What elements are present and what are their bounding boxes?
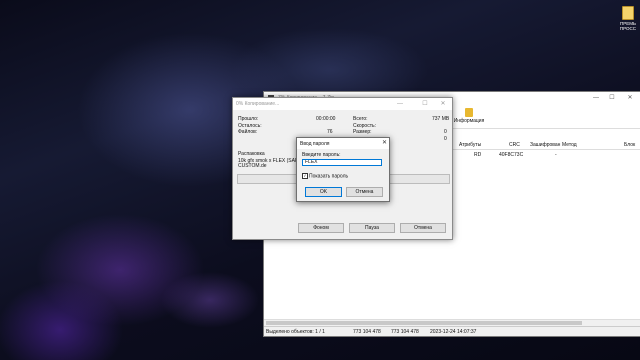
column-crc[interactable]: CRC: [509, 142, 520, 148]
close-icon[interactable]: ✕: [382, 139, 387, 146]
column-attributes[interactable]: Атрибуты: [459, 142, 481, 148]
minimize-button[interactable]: —: [589, 92, 603, 104]
row-crc: 40F8C73C: [499, 152, 524, 158]
close-button[interactable]: ✕: [623, 92, 637, 104]
status-packed-size: 773 104 478: [391, 329, 419, 335]
folder-icon: [622, 6, 634, 20]
status-selection: Выделено объектов: 1 / 1: [266, 329, 325, 335]
speed-value: 0: [444, 129, 447, 135]
elapsed-value: 00:00:00: [316, 116, 336, 122]
ok-button[interactable]: OK: [305, 187, 342, 197]
extracting-label: Распаковка: [238, 151, 265, 157]
close-button[interactable]: ✕: [436, 98, 450, 110]
checkbox-check-icon: ✓: [302, 173, 308, 179]
password-dialog: Ввод пароля ✕ Введите пароль: ✓Показать …: [296, 137, 390, 202]
maximize-button[interactable]: ☐: [605, 92, 619, 104]
current-file: 10k gfx smok x FLEX (SARP) CUSTOM.de: [238, 158, 304, 169]
horizontal-scrollbar[interactable]: [264, 319, 640, 326]
minimize-button[interactable]: —: [393, 98, 407, 110]
password-dialog-title: Ввод пароля: [300, 141, 330, 147]
column-encrypted[interactable]: Зашифрован: [530, 142, 560, 148]
elapsed-label: Прошло:: [238, 116, 259, 122]
column-method[interactable]: Метод: [562, 142, 577, 148]
maximize-button[interactable]: ☐: [418, 98, 432, 110]
row-attributes: RD: [474, 152, 482, 158]
status-bar: Выделено объектов: 1 / 1 773 104 478 773…: [264, 326, 640, 336]
background-button[interactable]: Фоном: [298, 223, 344, 233]
info-button-label: Информация: [453, 118, 485, 124]
desktop-folder-shortcut[interactable]: ПРЕМЬ ПРОСС: [616, 6, 640, 31]
desktop-icon-label: ПРЕМЬ ПРОСС: [619, 21, 637, 31]
info-icon: [465, 108, 473, 117]
files-value: 76: [327, 129, 333, 135]
cancel-button[interactable]: Отмена: [400, 223, 446, 233]
status-size: 773 104 478: [353, 329, 381, 335]
scrollbar-thumb[interactable]: [266, 321, 582, 325]
info-button[interactable]: Информация: [452, 108, 486, 124]
total-label: Всего:: [353, 116, 368, 122]
size-label: Размер:: [353, 129, 372, 135]
pause-button[interactable]: Пауза: [349, 223, 395, 233]
status-date: 2023-12-24 14:07:37: [430, 329, 477, 335]
cancel-button[interactable]: Отмена: [346, 187, 383, 197]
password-titlebar[interactable]: Ввод пароля ✕: [297, 138, 389, 149]
total-value: 737 MB: [432, 116, 450, 122]
copy-titlebar[interactable]: 0% Копирование... — ☐ ✕: [233, 98, 452, 110]
show-password-checkbox[interactable]: ✓ Показать пароль: [302, 173, 348, 179]
desktop: ПРЕМЬ ПРОСС 7% Копирование... 7-Zip — ☐ …: [0, 0, 640, 360]
row-encrypted: -: [555, 152, 557, 158]
show-password-label: Показать пароль: [309, 173, 349, 180]
copy-window-title: 0% Копирование...: [236, 101, 280, 107]
size-value: 0: [444, 136, 447, 142]
column-block[interactable]: Блок: [624, 142, 635, 148]
password-input[interactable]: [302, 159, 382, 166]
password-prompt: Введите пароль:: [302, 152, 341, 158]
files-label: Файлов:: [238, 129, 258, 135]
